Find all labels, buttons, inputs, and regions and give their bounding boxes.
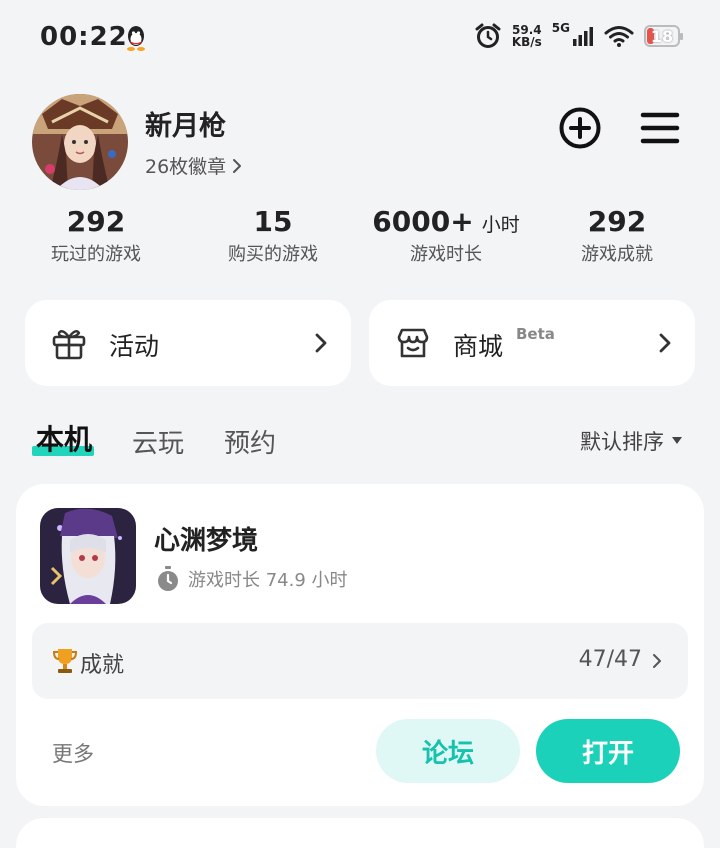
game-playtime: 游戏时长 74.9 小时 bbox=[156, 566, 348, 592]
tab-label: 云玩 bbox=[132, 429, 185, 459]
sort-label: 默认排序 bbox=[580, 430, 664, 454]
tab-cloud-play[interactable]: 云玩 bbox=[132, 423, 184, 460]
battery-icon: 18 bbox=[644, 25, 683, 47]
tab-local[interactable]: 本机 bbox=[32, 418, 95, 458]
clock: 00:22 bbox=[40, 22, 128, 52]
store-label: 商城 bbox=[453, 332, 504, 361]
username: 新月枪 bbox=[145, 111, 226, 142]
status-icons: 59.4 KB/s 5G 18 bbox=[474, 21, 683, 50]
stat-label: 玩过的游戏 bbox=[51, 244, 141, 265]
add-circle-icon[interactable] bbox=[558, 106, 602, 150]
activity-button[interactable]: 活动 bbox=[25, 300, 351, 386]
status-bar: 00:22 59.4 KB/s 5G 18 bbox=[0, 0, 720, 80]
achievements-row[interactable]: 成就 47/47 bbox=[32, 623, 688, 699]
chevron-right-icon bbox=[653, 654, 661, 668]
stat-label: 游戏成就 bbox=[581, 244, 653, 265]
stat-label: 购买的游戏 bbox=[228, 244, 318, 265]
net-speed-unit: KB/s bbox=[511, 35, 542, 49]
badges-label: 26枚徽章 bbox=[145, 156, 227, 178]
tab-label: 预约 bbox=[224, 429, 277, 459]
trophy-icon bbox=[52, 649, 78, 673]
stat-value: 292 bbox=[587, 205, 647, 238]
battery-level: 18 bbox=[650, 26, 674, 46]
network-type: 5G bbox=[551, 21, 570, 35]
game-tabs: 本机 云玩 预约 默认排序 bbox=[0, 418, 720, 468]
store-icon bbox=[397, 328, 429, 358]
store-button[interactable]: 商城 Beta bbox=[369, 300, 695, 386]
achievements-label: 成就 bbox=[80, 653, 125, 678]
stopwatch-icon bbox=[158, 566, 178, 591]
stat-value: 6000+ 小时 bbox=[372, 205, 520, 238]
game-title: 心渊梦境 bbox=[154, 526, 259, 556]
badges-link[interactable]: 26枚徽章 bbox=[145, 152, 242, 179]
alarm-clock-icon bbox=[475, 23, 501, 48]
activity-label: 活动 bbox=[109, 332, 160, 361]
wifi-icon bbox=[604, 26, 634, 47]
chevron-right-icon bbox=[315, 333, 327, 353]
gift-icon bbox=[52, 330, 86, 360]
chevron-right-icon bbox=[233, 158, 242, 173]
avatar[interactable] bbox=[32, 94, 128, 190]
sort-dropdown[interactable]: 默认排序 bbox=[580, 426, 682, 456]
playtime-text: 游戏时长 74.9 小时 bbox=[188, 570, 348, 591]
achievements-count: 47/47 bbox=[578, 647, 642, 672]
menu-icon[interactable] bbox=[638, 106, 682, 150]
more-button[interactable]: 更多 bbox=[52, 738, 94, 768]
stat-achievements[interactable]: 292 游戏成就 bbox=[527, 205, 707, 266]
stat-unit: 小时 bbox=[481, 214, 520, 236]
stat-purchased-games[interactable]: 15 购买的游戏 bbox=[183, 205, 363, 266]
net-speed: 59.4 KB/s bbox=[512, 24, 542, 48]
caret-down-icon bbox=[672, 437, 682, 444]
game-icon[interactable] bbox=[40, 508, 136, 604]
stat-play-time[interactable]: 6000+ 小时 游戏时长 bbox=[356, 205, 536, 266]
chevron-right-icon bbox=[659, 333, 671, 353]
game-card: 心渊梦境 游戏时长 74.9 小时 成就 47/47 更多 论坛 打开 bbox=[16, 484, 704, 806]
stat-value: 15 bbox=[253, 205, 293, 238]
beta-tag: Beta bbox=[516, 325, 555, 343]
stats-row: 292 玩过的游戏 15 购买的游戏 6000+ 小时 游戏时长 292 游戏成就 bbox=[0, 205, 720, 275]
stat-played-games[interactable]: 292 玩过的游戏 bbox=[6, 205, 186, 266]
stat-value: 292 bbox=[66, 205, 126, 238]
qq-icon bbox=[127, 26, 145, 51]
tab-label: 本机 bbox=[36, 423, 93, 456]
signal-icon bbox=[573, 27, 593, 46]
tab-reservation[interactable]: 预约 bbox=[224, 423, 276, 460]
forum-button[interactable]: 论坛 bbox=[376, 719, 520, 783]
next-game-card bbox=[16, 818, 704, 848]
open-game-button[interactable]: 打开 bbox=[536, 719, 680, 783]
stat-label: 游戏时长 bbox=[410, 244, 482, 265]
